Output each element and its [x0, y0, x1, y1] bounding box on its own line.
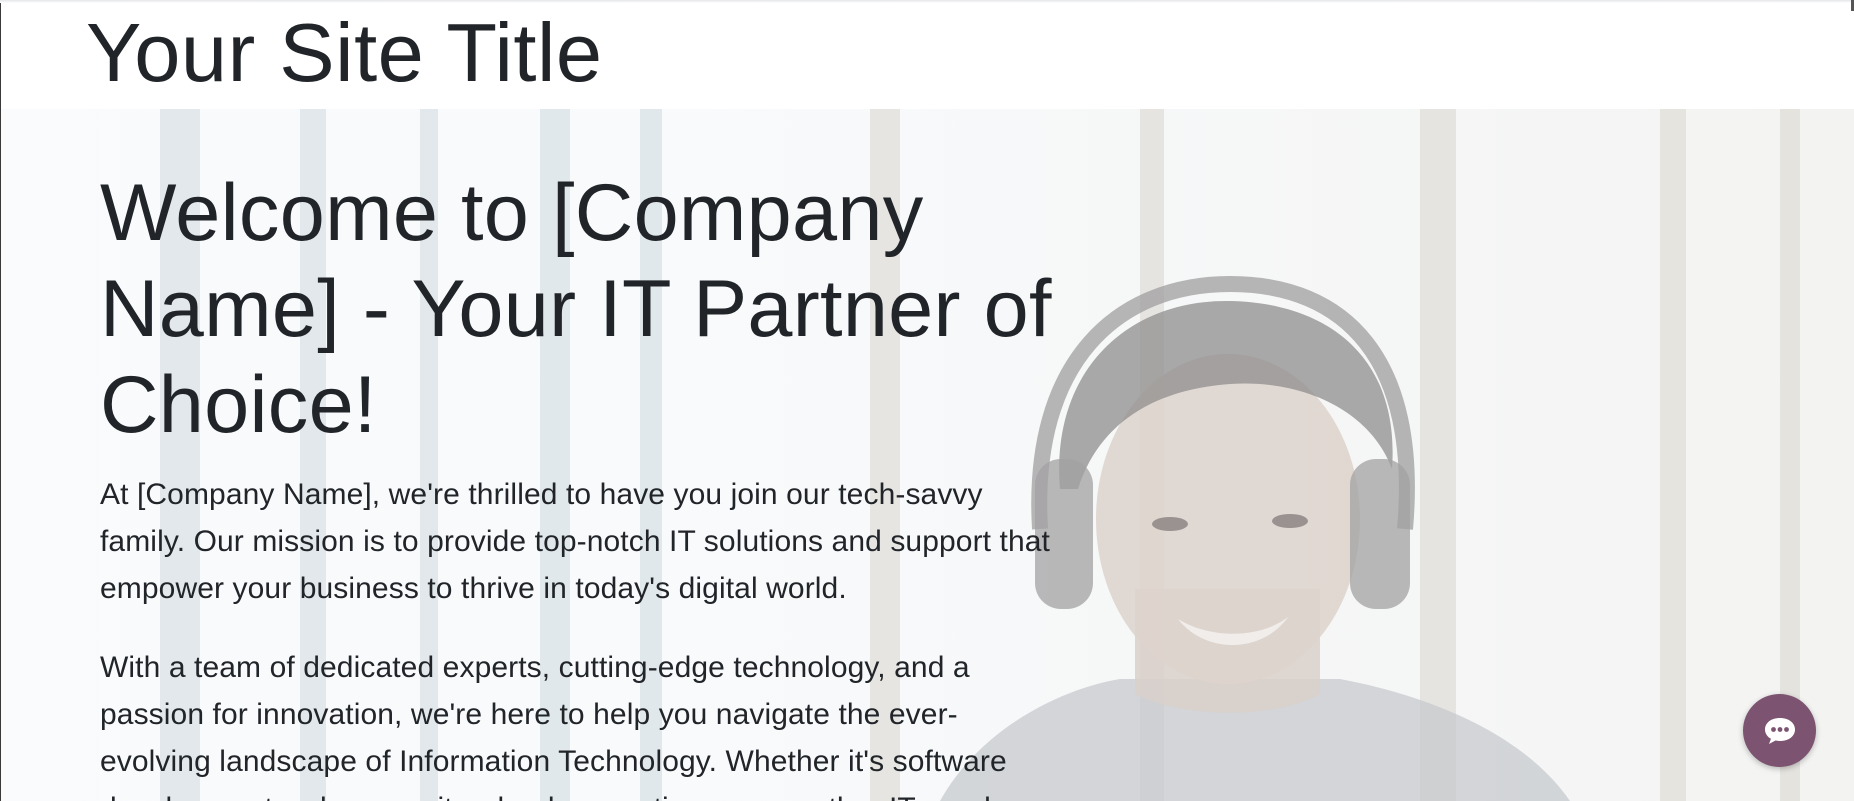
hero-paragraph-team: With a team of dedicated experts, cuttin…	[100, 651, 1007, 801]
window-top-shadow	[0, 0, 1854, 3]
hero-section: Welcome to [Company Name] - Your IT Part…	[0, 109, 1854, 801]
hero-heading: Welcome to [Company Name] - Your IT Part…	[100, 168, 1052, 450]
window-left-border	[0, 0, 1, 801]
live-chat-button[interactable]	[1743, 694, 1816, 767]
hero-paragraph-intro: At [Company Name], we're thrilled to hav…	[100, 478, 1050, 605]
hero-content: Welcome to [Company Name] - Your IT Part…	[100, 165, 1060, 801]
site-title[interactable]: Your Site Title	[86, 5, 603, 101]
site-header: Your Site Title	[0, 0, 1854, 109]
chat-bubble-icon	[1764, 717, 1795, 744]
